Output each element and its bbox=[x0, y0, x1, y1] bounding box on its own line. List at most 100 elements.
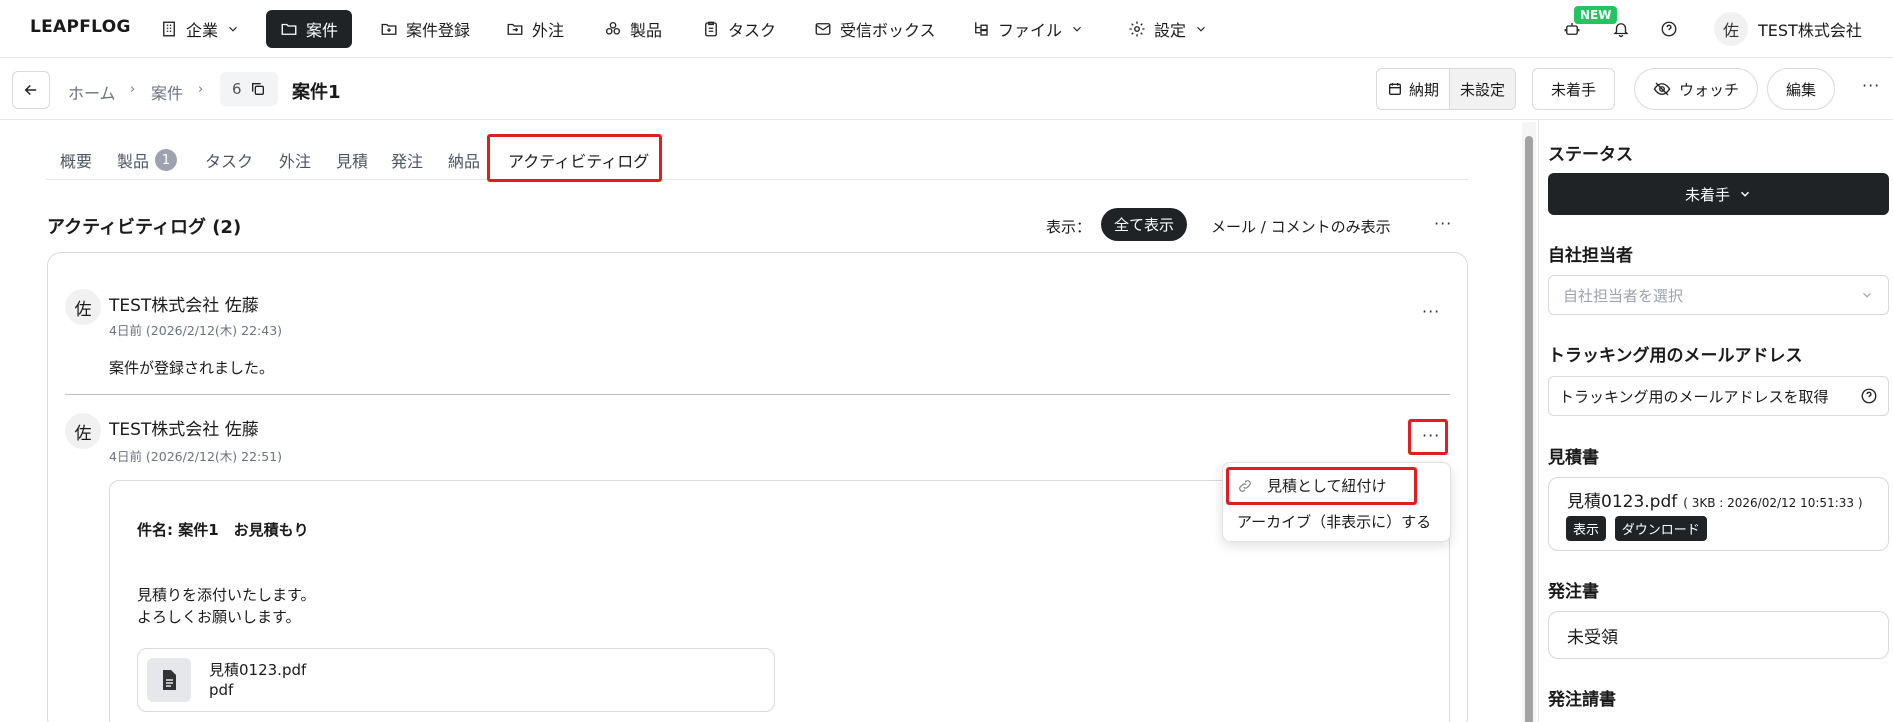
breadcrumb-home[interactable]: ホーム bbox=[68, 80, 116, 104]
nav-products-label: 製品 bbox=[630, 21, 663, 40]
back-button[interactable] bbox=[12, 71, 50, 109]
edit-button[interactable]: 編集 bbox=[1767, 68, 1836, 110]
chevron-down-icon bbox=[1740, 191, 1750, 197]
archive-item[interactable]: アーカイブ（非表示に）する bbox=[1237, 511, 1431, 532]
tab-products[interactable]: 製品 1 bbox=[117, 148, 178, 172]
help-icon[interactable] bbox=[1860, 387, 1878, 405]
filter-mail-button[interactable]: メール / コメントのみ表示 bbox=[1211, 216, 1391, 237]
nav-inbox[interactable]: 受信ボックス bbox=[800, 10, 950, 48]
avatar: 佐 bbox=[1714, 12, 1748, 46]
nav-tasks[interactable]: タスク bbox=[688, 10, 790, 48]
scrollbar-thumb[interactable] bbox=[1525, 136, 1533, 722]
mail-icon bbox=[815, 23, 831, 35]
chevron-down-icon bbox=[229, 26, 237, 32]
filter-all-button[interactable]: 全て表示 bbox=[1101, 208, 1188, 241]
copy-icon bbox=[251, 83, 264, 95]
status-button[interactable]: 未着手 bbox=[1532, 68, 1616, 110]
building-icon bbox=[163, 21, 175, 37]
entry-timestamp: 4日前 (2026/2/12(木) 22:43) bbox=[109, 323, 283, 338]
nav-case-register[interactable]: 案件登録 bbox=[366, 10, 484, 48]
owner-select[interactable]: 自社担当者を選択 bbox=[1548, 275, 1889, 315]
clipboard-icon bbox=[705, 21, 717, 37]
quote-view-button[interactable]: 表示 bbox=[1566, 516, 1607, 541]
nav-cases[interactable]: 案件 bbox=[266, 10, 353, 48]
folder-plus-icon bbox=[381, 23, 397, 35]
nav-files-label: ファイル bbox=[998, 21, 1063, 40]
breadcrumb: ホーム › 案件 › 6 案件1 納期 未設定 未着手 ウォッチ 編集 ··· bbox=[0, 58, 1893, 120]
highlight-box bbox=[1408, 419, 1448, 455]
due-date-field[interactable]: 納期 未設定 bbox=[1376, 68, 1517, 110]
folder-icon bbox=[281, 23, 297, 35]
top-nav: LEAPFLOG 企業 案件 案件登録 外注 製品 タスク 受信ボックス ファイ… bbox=[0, 0, 1893, 58]
folder-arrow-icon bbox=[507, 23, 523, 35]
chevron-down-icon bbox=[1197, 26, 1205, 32]
case-id: 6 bbox=[232, 80, 242, 98]
help-button[interactable] bbox=[1654, 14, 1684, 44]
due-date-label: 納期 bbox=[1409, 80, 1440, 99]
order-confirm-heading: 発注請書 bbox=[1548, 690, 1616, 710]
nav-outsourcing[interactable]: 外注 bbox=[492, 10, 578, 48]
tab-tasks[interactable]: タスク bbox=[205, 148, 253, 172]
owner-placeholder: 自社担当者を選択 bbox=[1563, 286, 1684, 305]
tab-orders[interactable]: 発注 bbox=[391, 148, 423, 172]
status-dropdown[interactable]: 未着手 bbox=[1548, 173, 1889, 215]
chevron-down-icon bbox=[1073, 26, 1081, 32]
order-status[interactable]: 未受領 bbox=[1548, 611, 1889, 659]
count-badge: 1 bbox=[155, 149, 178, 171]
nav-case-register-label: 案件登録 bbox=[406, 21, 471, 40]
owner-heading: 自社担当者 bbox=[1548, 246, 1633, 266]
nav-company-label: 企業 bbox=[186, 21, 219, 40]
mail-subject: 件名: 案件1 お見積もり bbox=[137, 521, 309, 539]
tab-deliveries[interactable]: 納品 bbox=[448, 148, 480, 172]
quote-download-button[interactable]: ダウンロード bbox=[1614, 516, 1707, 541]
boxes-icon bbox=[605, 21, 621, 35]
tab-overview[interactable]: 概要 bbox=[60, 148, 92, 172]
nav-cases-label: 案件 bbox=[306, 21, 339, 40]
tab-quotes[interactable]: 見積 bbox=[336, 148, 368, 172]
tracking-email-label: トラッキング用のメールアドレスを取得 bbox=[1559, 387, 1829, 406]
more-options-icon[interactable]: ··· bbox=[1862, 76, 1880, 95]
nav-files[interactable]: ファイル bbox=[958, 10, 1098, 48]
entry-author: TEST株式会社 佐藤 bbox=[109, 296, 259, 316]
quote-file-meta: ( 3KB : 2026/02/12 10:51:33 ) bbox=[1683, 496, 1863, 510]
account-name: TEST株式会社 bbox=[1758, 21, 1862, 40]
attachment[interactable]: 見積0123.pdf pdf bbox=[137, 648, 775, 712]
quote-file-name[interactable]: 見積0123.pdf bbox=[1567, 487, 1677, 512]
chevron-right-icon: › bbox=[130, 82, 136, 97]
nav-outsourcing-label: 外注 bbox=[532, 21, 565, 40]
right-sidebar: ステータス 未着手 自社担当者 自社担当者を選択 トラッキング用のメールアドレス… bbox=[1538, 120, 1893, 722]
page-title: 案件1 bbox=[292, 82, 341, 103]
scrollbar[interactable] bbox=[1522, 122, 1536, 722]
account-menu[interactable]: 佐 TEST株式会社 bbox=[1714, 12, 1862, 46]
filter-label: 表示： bbox=[1046, 218, 1092, 236]
avatar: 佐 bbox=[65, 413, 101, 449]
more-options-icon[interactable]: ··· bbox=[1422, 302, 1440, 321]
eye-off-icon bbox=[1653, 82, 1671, 96]
breadcrumb-cases[interactable]: 案件 bbox=[151, 80, 183, 104]
nav-tasks-label: タスク bbox=[728, 21, 777, 40]
tab-products-label: 製品 bbox=[117, 152, 150, 171]
watch-button[interactable]: ウォッチ bbox=[1634, 68, 1759, 110]
more-options-icon[interactable]: ··· bbox=[1434, 214, 1452, 233]
tab-outsourcing[interactable]: 外注 bbox=[279, 148, 311, 172]
tracking-email-button[interactable]: トラッキング用のメールアドレスを取得 bbox=[1548, 376, 1889, 416]
nav-company[interactable]: 企業 bbox=[146, 10, 254, 48]
nav-products[interactable]: 製品 bbox=[590, 10, 676, 48]
case-id-copy[interactable]: 6 bbox=[220, 72, 278, 106]
chevron-right-icon: › bbox=[198, 82, 204, 97]
nav-settings-label: 設定 bbox=[1154, 21, 1187, 40]
quote-heading: 見積書 bbox=[1548, 448, 1599, 468]
bell-icon bbox=[1613, 23, 1629, 38]
nav-inbox-label: 受信ボックス bbox=[840, 21, 936, 40]
file-tree-icon bbox=[975, 22, 988, 36]
highlight-box bbox=[1226, 467, 1417, 505]
avatar: 佐 bbox=[65, 289, 101, 325]
attachment-type: pdf bbox=[209, 681, 234, 699]
divider bbox=[65, 394, 1450, 395]
mail-line: 見積りを添付いたします。 bbox=[137, 586, 316, 604]
nav-settings[interactable]: 設定 bbox=[1114, 10, 1222, 48]
notifications-button[interactable] bbox=[1606, 14, 1636, 44]
section-title: アクティビティログ (2) bbox=[47, 217, 242, 238]
gear-icon bbox=[1129, 21, 1145, 37]
app-logo[interactable]: LEAPFLOG bbox=[30, 17, 131, 37]
